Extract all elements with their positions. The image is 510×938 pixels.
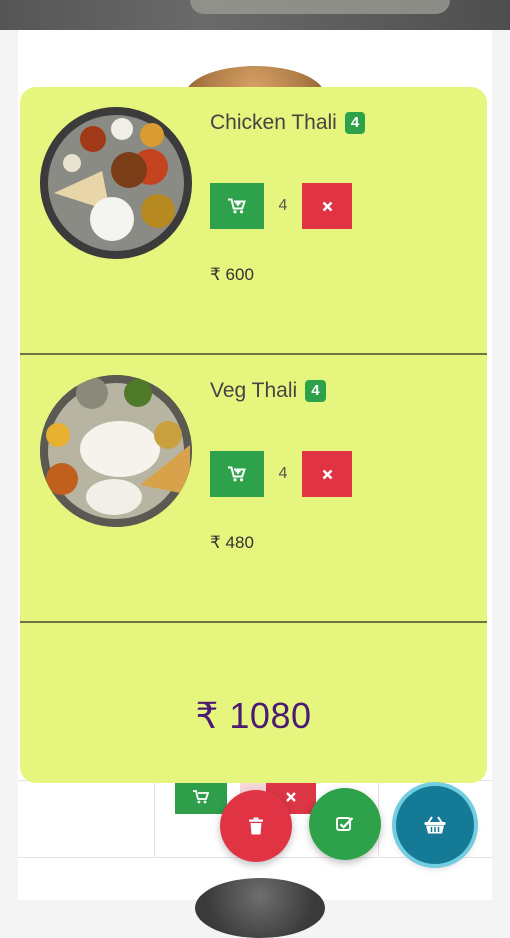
background-food-image-bottom [195,878,325,938]
veg-thali-image [40,375,192,527]
quantity-controls: 4 [210,183,352,229]
view-cart-button[interactable] [396,786,474,864]
chicken-thali-image [40,107,192,259]
check-square-icon [336,817,354,831]
cart-plus-icon [193,790,209,804]
cart-plus-icon [228,198,246,214]
remove-item-button[interactable] [302,183,352,229]
cart-item: Veg Thali 4 4 ₹ 480 [20,355,487,621]
background-banner-image [0,0,510,30]
quantity-value: 4 [278,197,288,214]
cart-total-amount: ₹ 1080 [195,695,312,736]
cart-total-row: ₹ 1080 [20,623,487,783]
item-name: Chicken Thali 4 [210,111,366,135]
basket-icon [424,816,446,834]
add-to-cart-button[interactable] [210,451,264,497]
cart-item: Chicken Thali 4 4 ₹ 600 [20,87,487,353]
cart-panel: Chicken Thali 4 4 ₹ 600 Veg Thali 4 4 ₹ … [20,87,487,783]
item-price: ₹ 480 [210,533,254,552]
remove-item-button[interactable] [302,451,352,497]
quantity-badge: 4 [305,380,326,402]
quantity-value: 4 [278,465,288,482]
clear-cart-button[interactable] [220,790,292,862]
item-name: Veg Thali 4 [210,379,326,403]
item-name-text: Veg Thali [210,379,298,402]
close-icon [322,201,332,211]
close-icon [286,792,296,802]
item-price: ₹ 600 [210,265,254,284]
quantity-controls: 4 [210,451,352,497]
add-to-cart-button[interactable] [210,183,264,229]
checkout-button[interactable] [309,788,381,860]
trash-icon [249,817,263,835]
item-name-text: Chicken Thali [210,111,337,134]
cart-plus-icon [228,466,246,482]
close-icon [322,469,332,479]
quantity-badge: 4 [344,112,366,134]
background-add-button[interactable] [175,780,227,814]
